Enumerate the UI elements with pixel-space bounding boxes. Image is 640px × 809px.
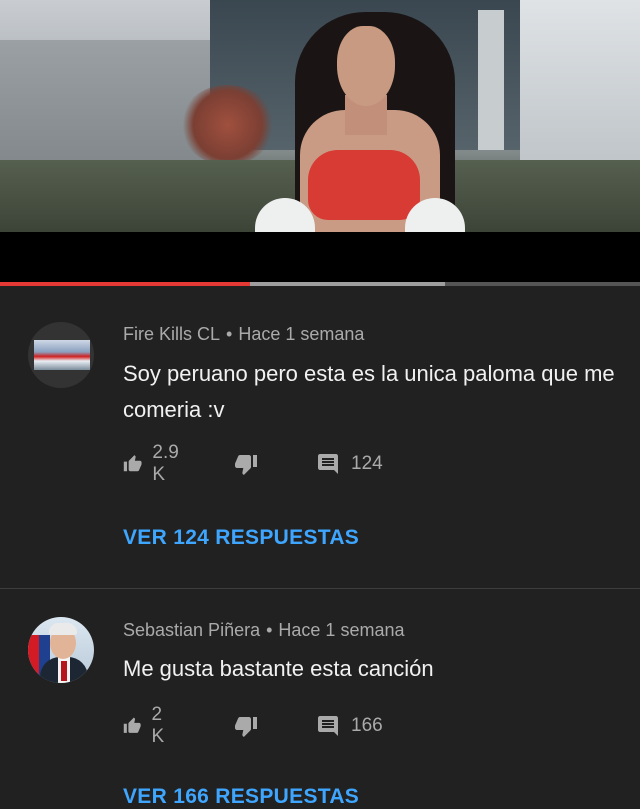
view-replies-link[interactable]: VER 166 RESPUESTAS bbox=[123, 785, 359, 809]
comment-time[interactable]: Hace 1 semana bbox=[238, 324, 364, 344]
like-button[interactable]: 2 K bbox=[123, 704, 172, 747]
thumbs-up-icon bbox=[123, 455, 142, 472]
game-screenshot-avatar[interactable] bbox=[28, 322, 94, 388]
background-pillar bbox=[478, 10, 504, 150]
video-letterbox bbox=[0, 232, 640, 282]
dislike-button[interactable] bbox=[233, 712, 259, 740]
reply-count: 166 bbox=[351, 715, 383, 736]
comment-meta: Sebastian Piñera • Hace 1 semana bbox=[123, 620, 404, 641]
video-player[interactable] bbox=[0, 0, 640, 232]
comment-time[interactable]: Hace 1 semana bbox=[278, 620, 404, 640]
comment-author[interactable]: Fire Kills CL bbox=[123, 324, 220, 344]
meta-separator: • bbox=[266, 620, 273, 640]
like-button[interactable]: 2.9 K bbox=[123, 442, 185, 485]
like-count: 2.9 K bbox=[152, 442, 179, 485]
avatar-tie bbox=[61, 661, 67, 681]
video-person-face bbox=[337, 26, 395, 106]
comment-icon bbox=[318, 454, 338, 474]
man-in-suit-avatar[interactable] bbox=[28, 617, 94, 683]
comment-item: Sebastian Piñera • Hace 1 semana Me gusta … bbox=[0, 589, 640, 808]
reply-button[interactable]: 166 bbox=[315, 712, 383, 740]
reply-count: 124 bbox=[351, 453, 383, 474]
avatar-hair bbox=[49, 623, 77, 635]
thumbs-down-icon bbox=[235, 717, 257, 737]
thumbs-up-icon bbox=[123, 717, 141, 733]
dislike-button[interactable] bbox=[233, 450, 259, 478]
meta-separator: • bbox=[226, 324, 233, 344]
comment-item: Fire Kills CL • Hace 1 semana Soy peruano … bbox=[0, 286, 640, 588]
comment-author[interactable]: Sebastian Piñera bbox=[123, 620, 260, 640]
like-count: 2 K bbox=[151, 704, 165, 747]
comment-icon bbox=[318, 716, 338, 736]
thumbs-down-icon bbox=[235, 455, 257, 475]
video-person-top bbox=[308, 150, 420, 220]
comment-text: Soy peruano pero esta es la unica paloma… bbox=[123, 361, 615, 422]
comment-meta: Fire Kills CL • Hace 1 semana bbox=[123, 324, 364, 345]
view-replies-link[interactable]: VER 124 RESPUESTAS bbox=[123, 526, 359, 550]
reply-button[interactable]: 124 bbox=[315, 450, 383, 478]
avatar-image bbox=[34, 340, 90, 370]
background-tree bbox=[180, 85, 275, 165]
comment-text: Me gusta bastante esta canción bbox=[123, 656, 434, 681]
